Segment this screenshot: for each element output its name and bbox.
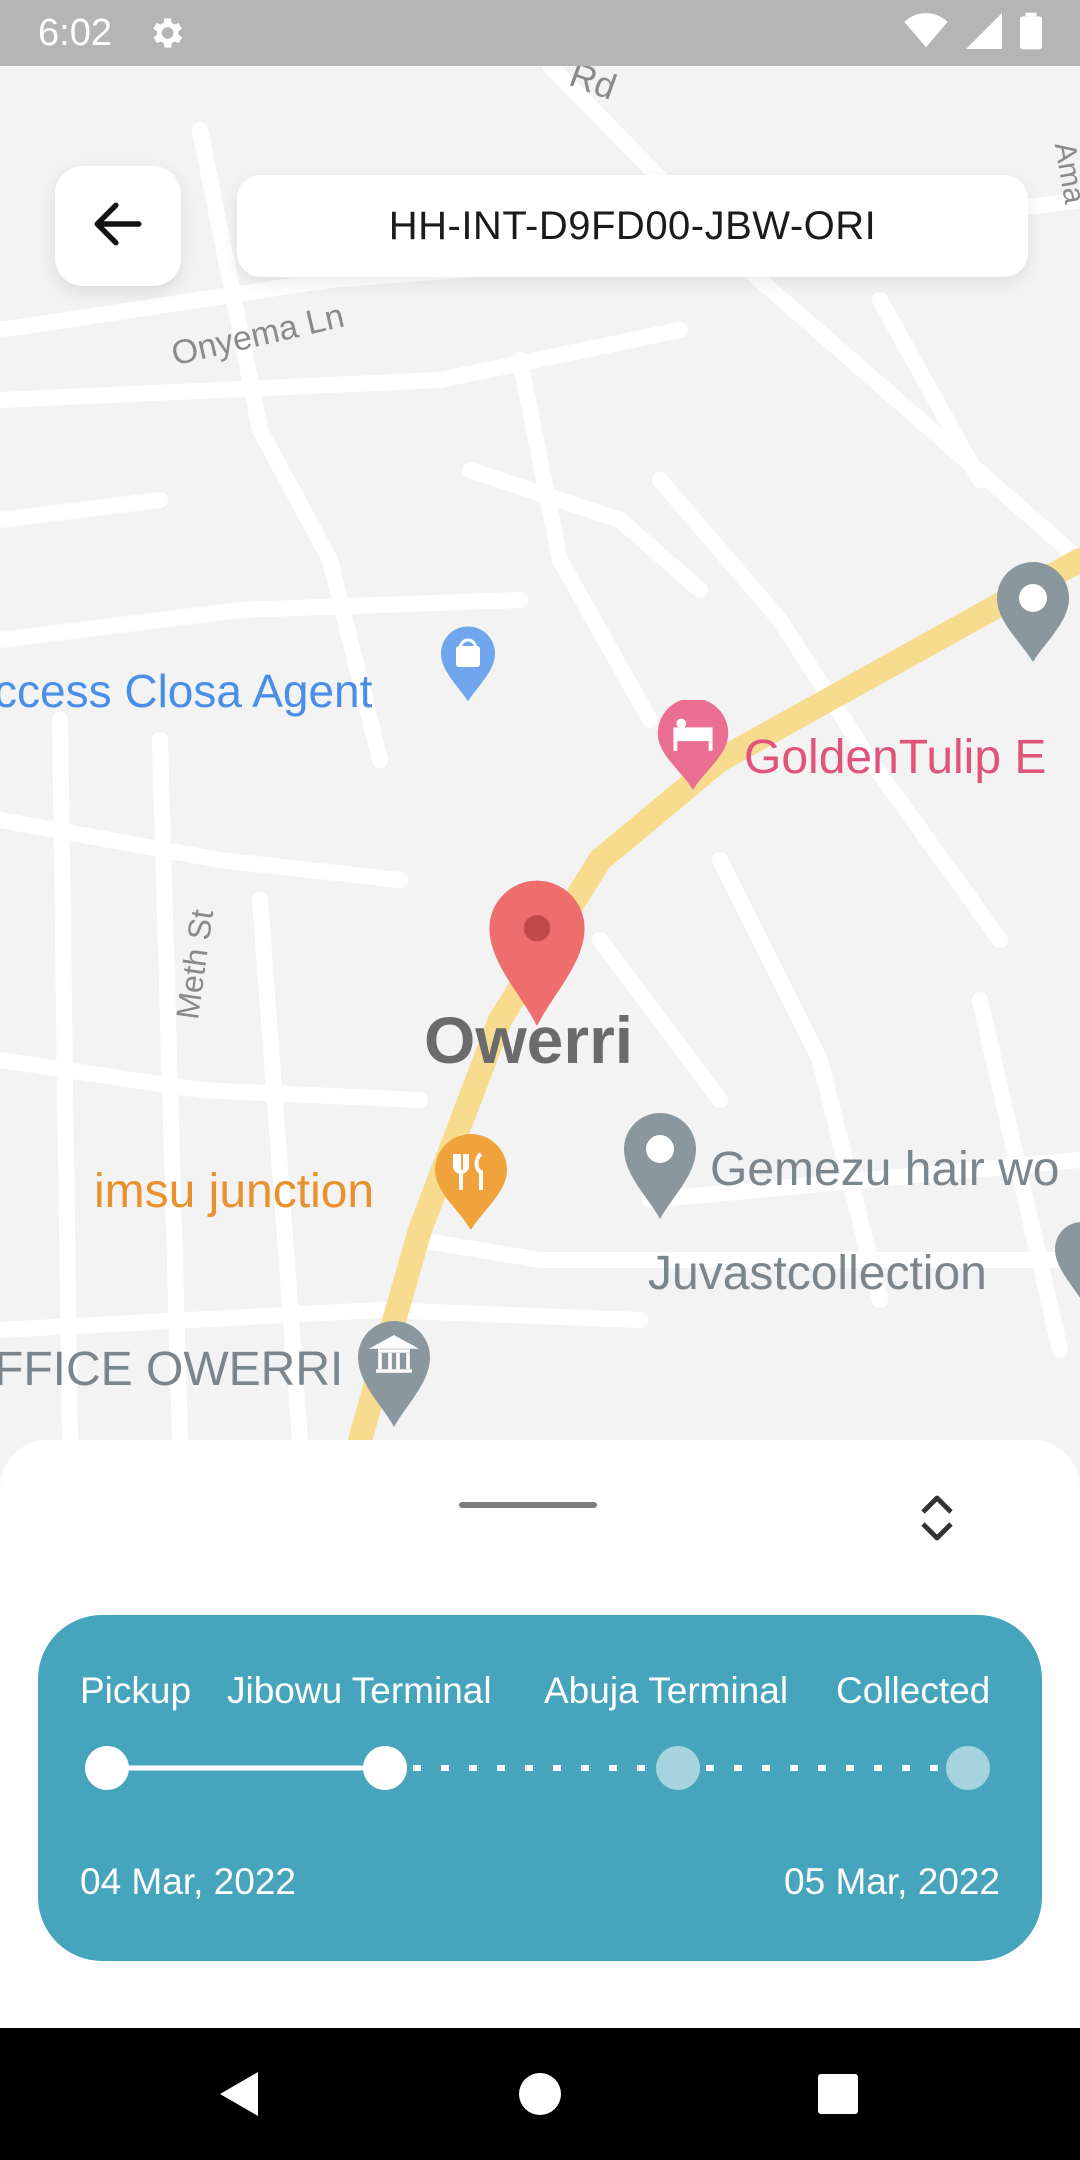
- place-label[interactable]: ccess Closa Agent: [0, 664, 372, 718]
- place-label[interactable]: Juvastcollection: [648, 1246, 987, 1301]
- status-bar: 6:02: [0, 0, 1080, 66]
- start-date: 04 Mar, 2022: [80, 1861, 296, 1902]
- place-pin-icon[interactable]: [1052, 1216, 1080, 1306]
- wifi-icon: [904, 13, 948, 54]
- place-pin-icon[interactable]: [992, 562, 1074, 662]
- progress-track: [85, 1746, 990, 1790]
- drag-handle[interactable]: [459, 1502, 597, 1508]
- place-label[interactable]: FFICE OWERRI: [0, 1342, 343, 1397]
- stage-label-jibowu: Jibowu Terminal: [227, 1670, 492, 1711]
- signal-icon: [966, 13, 1002, 54]
- stage-dot-collected: [946, 1746, 990, 1790]
- government-icon[interactable]: [354, 1318, 434, 1428]
- expand-collapse-icon[interactable]: [912, 1488, 962, 1548]
- gear-icon: [146, 13, 186, 53]
- shipment-progress-card: Pickup Jibowu Terminal Abuja Terminal Co…: [38, 1615, 1042, 1961]
- battery-icon: [1020, 12, 1042, 55]
- recents-square-icon[interactable]: [798, 2028, 878, 2160]
- arrow-left-icon: [93, 201, 143, 252]
- end-date: 05 Mar, 2022: [784, 1861, 1000, 1902]
- restaurant-icon[interactable]: [430, 1134, 512, 1230]
- status-time: 6:02: [38, 12, 112, 54]
- back-triangle-icon[interactable]: [200, 2028, 280, 2160]
- place-label[interactable]: Gemezu hair wo: [710, 1142, 1059, 1197]
- hotel-bed-icon[interactable]: [652, 700, 734, 790]
- stage-dot-jibowu: [363, 1746, 407, 1790]
- bottom-sheet: Pickup Jibowu Terminal Abuja Terminal Co…: [0, 1440, 1080, 2030]
- shopping-bag-icon[interactable]: [438, 626, 498, 702]
- tracking-code-field[interactable]: HH-INT-D9FD00-JBW-ORI: [237, 175, 1028, 277]
- stage-dot-abuja: [656, 1746, 700, 1790]
- place-pin-icon[interactable]: [620, 1110, 700, 1220]
- system-nav-bar: [0, 2028, 1080, 2160]
- stage-label-pickup: Pickup: [80, 1670, 192, 1711]
- stage-label-collected: Collected: [836, 1670, 991, 1711]
- city-label: Owerri: [424, 1003, 634, 1077]
- place-label[interactable]: GoldenTulip E: [744, 730, 1046, 785]
- stage-label-abuja: Abuja Terminal: [544, 1670, 789, 1711]
- stage-dot-pickup: [85, 1746, 129, 1790]
- place-label[interactable]: imsu junction: [94, 1164, 374, 1219]
- back-button[interactable]: [55, 166, 181, 286]
- home-circle-icon[interactable]: [500, 2028, 580, 2160]
